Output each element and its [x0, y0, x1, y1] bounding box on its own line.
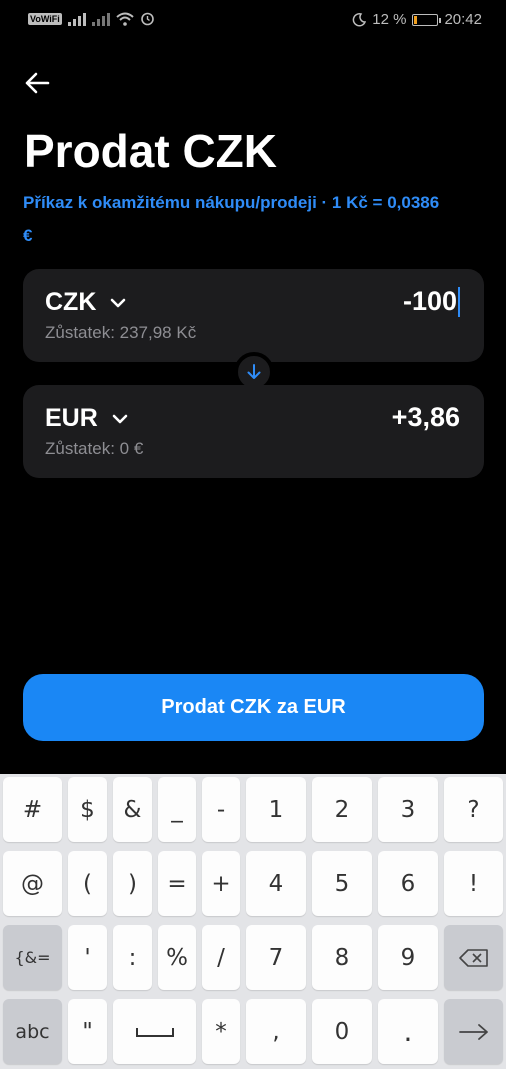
key-ampersand[interactable]: & — [113, 777, 152, 842]
to-currency-code: EUR — [45, 404, 98, 432]
page-title: Prodat CZK — [24, 125, 277, 177]
key-quote[interactable]: " — [68, 999, 107, 1064]
from-amount-input[interactable]: -100 — [403, 286, 460, 317]
space-icon — [135, 1027, 174, 1037]
chevron-down-icon — [111, 298, 126, 307]
key-1[interactable]: 1 — [246, 777, 306, 842]
text-cursor — [458, 286, 460, 317]
key-colon[interactable]: : — [113, 925, 152, 990]
status-right: 12 % 20:42 — [352, 11, 482, 28]
arrow-down-icon — [247, 364, 261, 379]
key-paren-close[interactable]: ) — [113, 851, 152, 916]
key-backspace[interactable] — [444, 925, 503, 990]
key-apostrophe[interactable]: ' — [68, 925, 107, 990]
status-left: VoWiFi — [28, 11, 155, 26]
key-next[interactable] — [444, 999, 503, 1064]
from-balance: Zůstatek: 237,98 Kč — [45, 323, 197, 342]
signal-icon — [67, 12, 86, 26]
key-period[interactable]: . — [378, 999, 438, 1064]
vowifi-badge: VoWiFi — [28, 12, 62, 25]
key-symbols-toggle[interactable]: {&= — [3, 925, 62, 990]
from-currency-selector[interactable]: CZK — [45, 288, 126, 317]
from-currency-card[interactable]: CZK Zůstatek: 237,98 Kč -100 — [23, 269, 484, 362]
key-2[interactable]: 2 — [312, 777, 372, 842]
battery-percent: 12 % — [372, 11, 407, 28]
key-hyphen[interactable]: - — [202, 777, 240, 842]
key-exclamation[interactable]: ! — [444, 851, 503, 916]
exchange-rate-link[interactable]: Příkaz k okamžitému nákupu/prodeji · 1 K… — [23, 186, 443, 252]
key-percent[interactable]: % — [158, 925, 196, 990]
backspace-icon — [458, 948, 488, 967]
key-7[interactable]: 7 — [246, 925, 306, 990]
key-dollar[interactable]: $ — [68, 777, 107, 842]
submit-exchange-button[interactable]: Prodat CZK za EUR — [23, 674, 484, 741]
key-question[interactable]: ? — [444, 777, 503, 842]
back-button[interactable] — [20, 66, 54, 100]
key-hash[interactable]: # — [3, 777, 62, 842]
status-bar: VoWiFi 12 % 20:42 — [0, 0, 506, 42]
to-balance: Zůstatek: 0 € — [45, 439, 144, 458]
key-5[interactable]: 5 — [312, 851, 372, 916]
battery-icon — [412, 13, 442, 26]
key-space[interactable] — [113, 999, 196, 1064]
battery-level — [414, 15, 418, 24]
alarm-icon — [140, 12, 154, 26]
key-0[interactable]: 0 — [312, 999, 372, 1064]
key-8[interactable]: 8 — [312, 925, 372, 990]
clock: 20:42 — [444, 11, 482, 28]
to-amount-input[interactable]: +3,86 — [392, 402, 460, 433]
key-9[interactable]: 9 — [378, 925, 438, 990]
chevron-down-icon — [112, 414, 128, 423]
from-currency-code: CZK — [45, 288, 97, 316]
to-amount-value: +3,86 — [391, 402, 460, 432]
key-asterisk[interactable]: * — [202, 999, 240, 1064]
period-glyph: . — [403, 1014, 413, 1048]
wifi-icon — [116, 12, 134, 26]
key-6[interactable]: 6 — [378, 851, 438, 916]
key-comma[interactable]: , — [246, 999, 306, 1064]
arrow-left-icon — [25, 72, 50, 94]
from-amount-value: -100 — [402, 286, 457, 316]
keyboard: # $ & _ - 1 2 3 ? @ ( ) = + 4 5 6 ! {&= … — [0, 774, 506, 1069]
to-currency-card[interactable]: EUR Zůstatek: 0 € +3,86 — [23, 385, 484, 478]
key-3[interactable]: 3 — [378, 777, 438, 842]
key-paren-open[interactable]: ( — [68, 851, 107, 916]
key-equals[interactable]: = — [158, 851, 196, 916]
signal-icon-2 — [91, 12, 110, 26]
key-slash[interactable]: / — [202, 925, 240, 990]
key-4[interactable]: 4 — [246, 851, 306, 916]
arrow-right-icon — [458, 1023, 488, 1040]
moon-icon — [352, 12, 367, 26]
key-abc-toggle[interactable]: abc — [3, 999, 62, 1064]
key-underscore[interactable]: _ — [158, 777, 196, 842]
key-at[interactable]: @ — [3, 851, 62, 916]
key-plus[interactable]: + — [202, 851, 240, 916]
to-currency-selector[interactable]: EUR — [45, 404, 128, 433]
